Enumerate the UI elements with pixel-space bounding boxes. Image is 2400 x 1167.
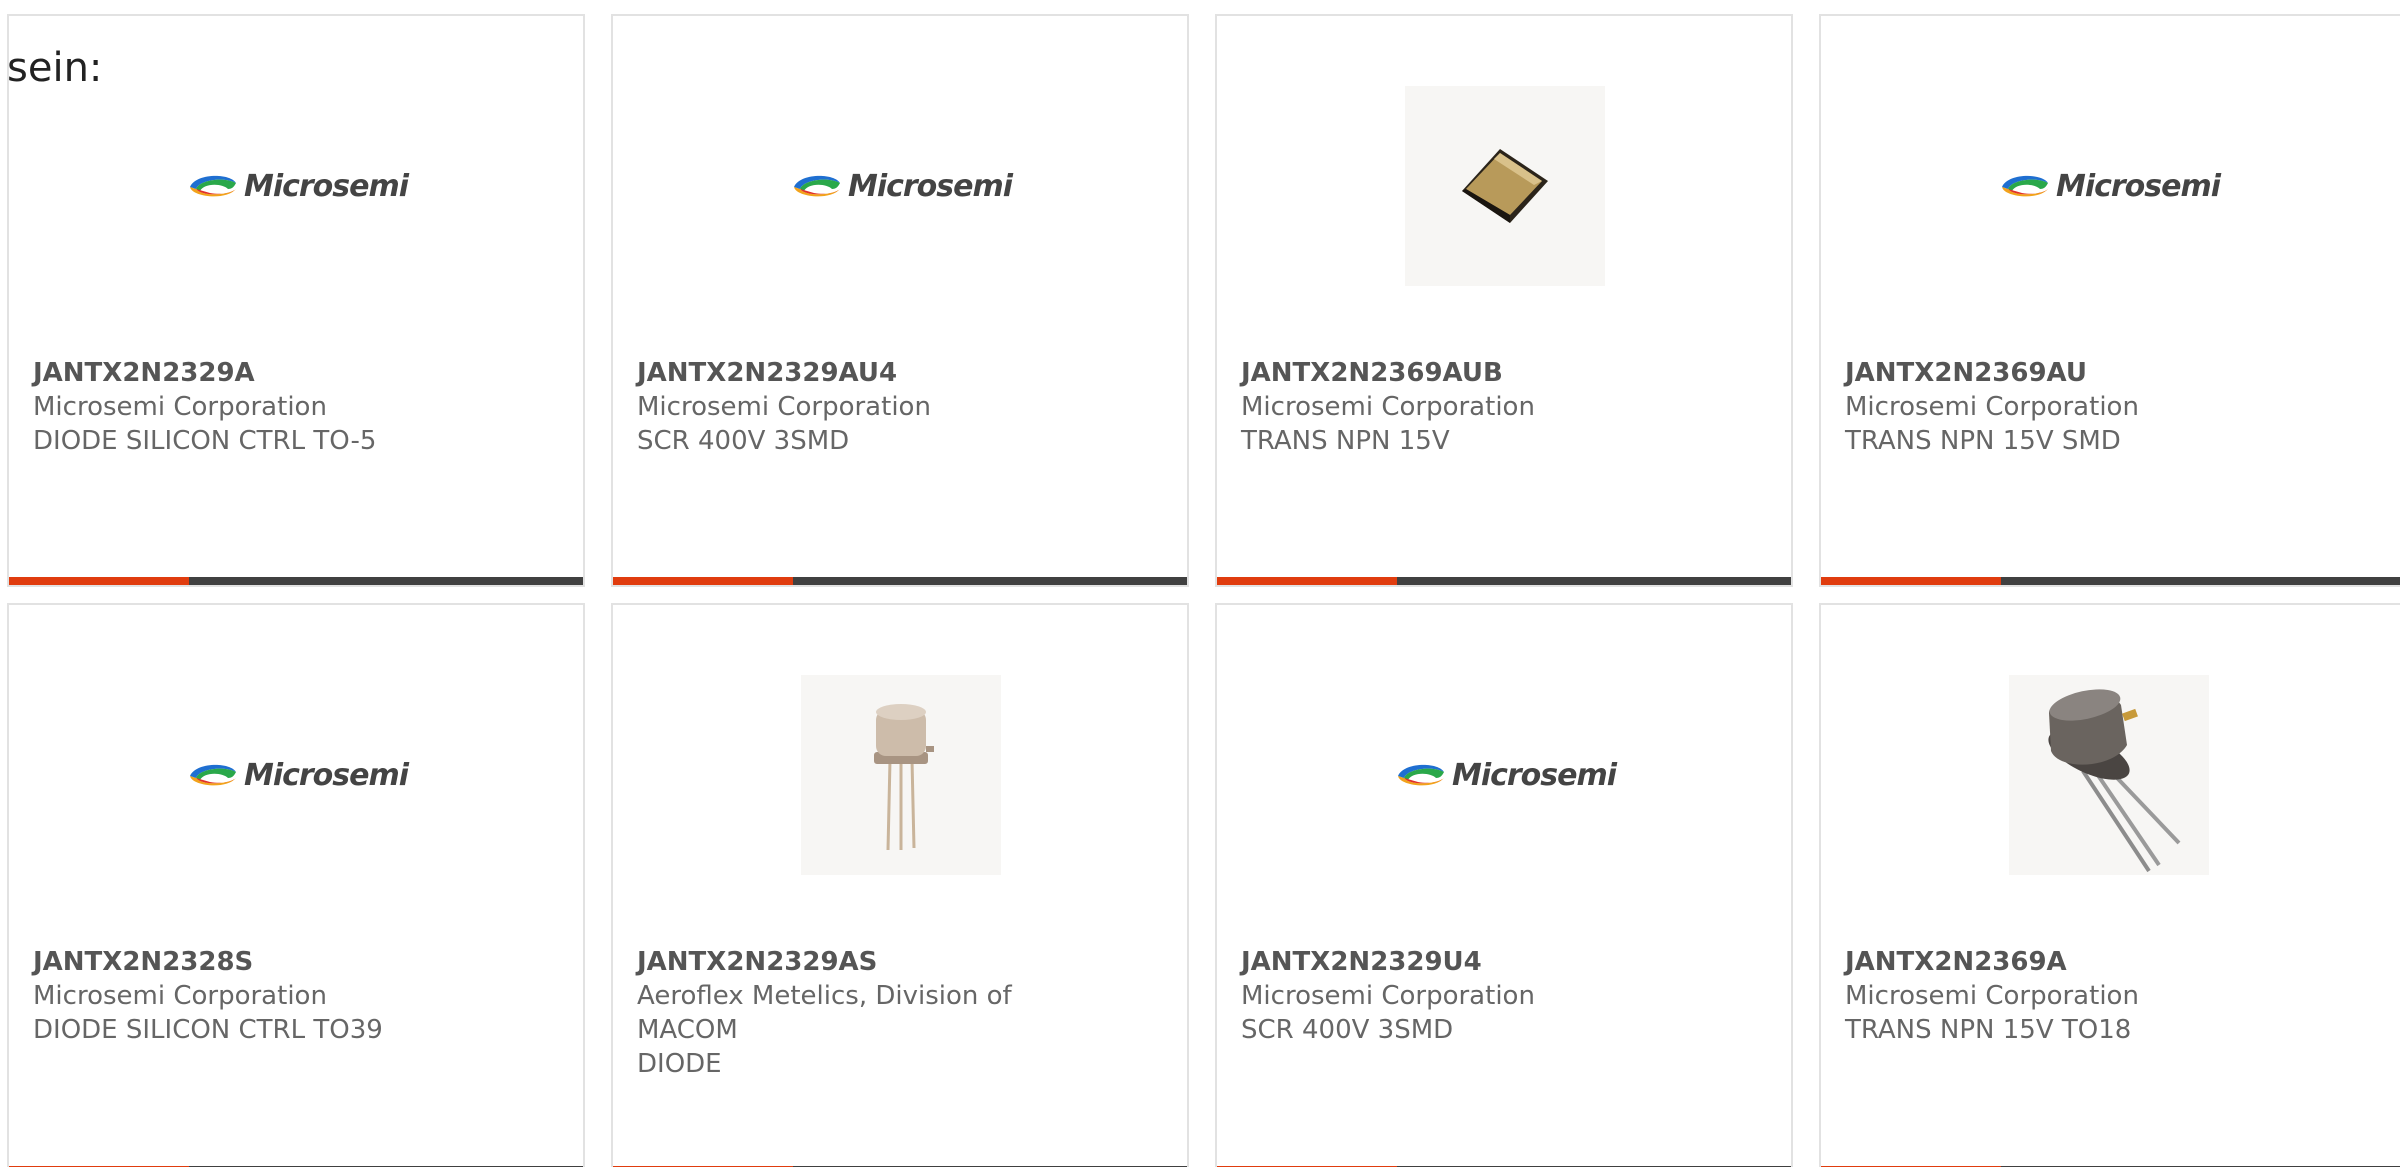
description: SCR 400V 3SMD xyxy=(637,426,850,456)
product-card[interactable]: Microsemi JANTX2N2328S Microsemi Corpora… xyxy=(7,603,585,1167)
manufacturer: Microsemi Corporation xyxy=(33,981,327,1011)
product-image[interactable]: Microsemi xyxy=(189,86,409,286)
card-accent xyxy=(1217,577,1397,585)
manufacturer: Microsemi Corporation xyxy=(637,392,931,422)
manufacturer-continued: MACOM xyxy=(637,1015,738,1045)
product-info: JANTX2N2369AU Microsemi Corporation TRAN… xyxy=(1845,356,2325,458)
part-number-link[interactable]: JANTX2N2329AU4 xyxy=(637,356,1117,390)
to18-photo xyxy=(2009,675,2209,875)
manufacturer: Microsemi Corporation xyxy=(1241,392,1535,422)
description: DIODE SILICON CTRL TO-5 xyxy=(33,426,377,456)
card-bottom-bar xyxy=(613,577,1187,585)
manufacturer: Microsemi Corporation xyxy=(1845,981,2139,1011)
microsemi-logo: Microsemi xyxy=(790,169,1013,204)
description: TRANS NPN 15V TO18 xyxy=(1845,1015,2132,1045)
product-card[interactable]: Microsemi JANTX2N2329U4 Microsemi Corpor… xyxy=(1215,603,1793,1167)
manufacturer: Microsemi Corporation xyxy=(1845,392,2139,422)
microsemi-logo: Microsemi xyxy=(186,758,409,793)
description: DIODE SILICON CTRL TO39 xyxy=(33,1015,383,1045)
product-grid-page: sein: Microsemi JANTX2N2329A Microsemi C… xyxy=(0,0,2400,1167)
manufacturer: Microsemi Corporation xyxy=(33,392,327,422)
product-image[interactable]: Microsemi xyxy=(793,86,1013,286)
product-card[interactable]: Microsemi JANTX2N2329A Microsemi Corpora… xyxy=(7,14,585,587)
product-image[interactable] xyxy=(1405,86,1605,286)
product-card[interactable]: Microsemi JANTX2N2369AU Microsemi Corpor… xyxy=(1819,14,2400,587)
intro-text: sein: xyxy=(7,45,103,91)
product-card[interactable]: JANTX2N2369AUB Microsemi Corporation TRA… xyxy=(1215,14,1793,587)
microsemi-logo: Microsemi xyxy=(1998,169,2221,204)
part-number-link[interactable]: JANTX2N2369AU xyxy=(1845,356,2325,390)
product-image[interactable] xyxy=(2009,675,2209,875)
part-number-link[interactable]: JANTX2N2369AUB xyxy=(1241,356,1721,390)
part-number-link[interactable]: JANTX2N2328S xyxy=(33,945,513,979)
card-accent xyxy=(613,577,793,585)
product-info: JANTX2N2369AUB Microsemi Corporation TRA… xyxy=(1241,356,1721,458)
microsemi-logo: Microsemi xyxy=(1394,758,1617,793)
product-info: JANTX2N2329AU4 Microsemi Corporation SCR… xyxy=(637,356,1117,458)
product-image[interactable]: Microsemi xyxy=(1397,675,1617,875)
card-bottom-bar xyxy=(1821,577,2400,585)
description: SCR 400V 3SMD xyxy=(1241,1015,1454,1045)
description: DIODE xyxy=(637,1049,722,1079)
part-number-link[interactable]: JANTX2N2329AS xyxy=(637,945,1117,979)
microsemi-logo: Microsemi xyxy=(186,169,409,204)
description: TRANS NPN 15V xyxy=(1241,426,1450,456)
part-number-link[interactable]: JANTX2N2329U4 xyxy=(1241,945,1721,979)
smd-package-photo xyxy=(1405,86,1605,286)
manufacturer: Aeroflex Metelics, Division of xyxy=(637,981,1012,1011)
product-card[interactable]: Microsemi JANTX2N2329AU4 Microsemi Corpo… xyxy=(611,14,1189,587)
card-bottom-bar xyxy=(1217,577,1791,585)
product-card[interactable]: JANTX2N2369A Microsemi Corporation TRANS… xyxy=(1819,603,2400,1167)
part-number-link[interactable]: JANTX2N2369A xyxy=(1845,945,2325,979)
description: TRANS NPN 15V SMD xyxy=(1845,426,2121,456)
to-can-photo xyxy=(801,675,1001,875)
product-image[interactable]: Microsemi xyxy=(189,675,409,875)
manufacturer: Microsemi Corporation xyxy=(1241,981,1535,1011)
part-number-link[interactable]: JANTX2N2329A xyxy=(33,356,513,390)
product-image[interactable] xyxy=(801,675,1001,875)
product-info: JANTX2N2329U4 Microsemi Corporation SCR … xyxy=(1241,945,1721,1047)
product-card[interactable]: JANTX2N2329AS Aeroflex Metelics, Divisio… xyxy=(611,603,1189,1167)
product-info: JANTX2N2329AS Aeroflex Metelics, Divisio… xyxy=(637,945,1117,1081)
product-info: JANTX2N2329A Microsemi Corporation DIODE… xyxy=(33,356,513,458)
product-image[interactable]: Microsemi xyxy=(2001,86,2221,286)
card-accent xyxy=(9,577,189,585)
card-accent xyxy=(1821,577,2001,585)
product-info: JANTX2N2369A Microsemi Corporation TRANS… xyxy=(1845,945,2325,1047)
product-info: JANTX2N2328S Microsemi Corporation DIODE… xyxy=(33,945,513,1047)
card-bottom-bar xyxy=(9,577,583,585)
